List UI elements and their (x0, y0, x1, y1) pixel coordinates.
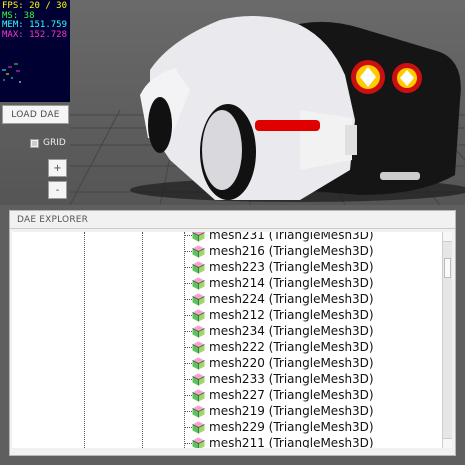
tree-item[interactable]: mesh222 (TriangleMesh3D) (12, 339, 442, 355)
grid-checkbox[interactable] (30, 138, 39, 148)
tree-item[interactable]: mesh216 (TriangleMesh3D) (12, 243, 442, 259)
tree-item-label: mesh216 (TriangleMesh3D) (209, 244, 374, 258)
mesh-icon (192, 245, 205, 258)
tree-item-label: mesh214 (TriangleMesh3D) (209, 276, 374, 290)
tree-item-label: mesh224 (TriangleMesh3D) (209, 292, 374, 306)
tree-item-label: mesh220 (TriangleMesh3D) (209, 356, 374, 370)
tree-item-label: mesh227 (TriangleMesh3D) (209, 388, 374, 402)
stats-graph (2, 63, 21, 83)
tree-item[interactable]: mesh234 (TriangleMesh3D) (12, 323, 442, 339)
zoom-in-button[interactable]: + (48, 159, 67, 177)
mesh-icon (192, 232, 205, 242)
stats-panel: FPS: 20 / 30 MS: 38 MEM: 151.759 MAX: 15… (0, 0, 70, 102)
zoom-out-button[interactable]: - (48, 181, 67, 199)
tree-item[interactable]: mesh211 (TriangleMesh3D) (12, 435, 442, 448)
mesh-icon (192, 341, 205, 354)
tree-item[interactable]: mesh214 (TriangleMesh3D) (12, 275, 442, 291)
tree-item[interactable]: mesh227 (TriangleMesh3D) (12, 387, 442, 403)
tree-item-label: mesh234 (TriangleMesh3D) (209, 324, 374, 338)
mesh-icon (192, 357, 205, 370)
tree-item[interactable]: mesh220 (TriangleMesh3D) (12, 355, 442, 371)
tree-item-label: mesh219 (TriangleMesh3D) (209, 404, 374, 418)
mesh-icon (192, 325, 205, 338)
mesh-icon (192, 293, 205, 306)
mesh-icon (192, 437, 205, 448)
tree-item-label: mesh223 (TriangleMesh3D) (209, 260, 374, 274)
tree-item-label: mesh222 (TriangleMesh3D) (209, 340, 374, 354)
mesh-icon (192, 405, 205, 418)
tree-item-label: mesh229 (TriangleMesh3D) (209, 420, 374, 434)
mesh-icon (192, 373, 205, 386)
tree-item-label: mesh212 (TriangleMesh3D) (209, 308, 374, 322)
tree-item-label: mesh233 (TriangleMesh3D) (209, 372, 374, 386)
scrollbar[interactable] (442, 232, 452, 448)
scroll-down-button[interactable] (443, 438, 452, 448)
tree-item[interactable]: mesh224 (TriangleMesh3D) (12, 291, 442, 307)
panel-title: DAE EXPLORER (10, 211, 455, 229)
load-dae-button[interactable]: LOAD DAE (2, 105, 69, 124)
tree-item-label: mesh231 (TriangleMesh3D) (209, 232, 374, 242)
mesh-icon (192, 389, 205, 402)
tree-item[interactable]: mesh229 (TriangleMesh3D) (12, 419, 442, 435)
dae-explorer-panel: DAE EXPLORER mesh231 (TriangleMesh3D) mes… (9, 210, 456, 456)
tree-item[interactable]: mesh219 (TriangleMesh3D) (12, 403, 442, 419)
mesh-icon (192, 309, 205, 322)
scroll-thumb[interactable] (444, 258, 451, 278)
mesh-icon (192, 421, 205, 434)
tree-item[interactable]: mesh223 (TriangleMesh3D) (12, 259, 442, 275)
mesh-icon (192, 261, 205, 274)
mesh-icon (192, 277, 205, 290)
tree-item[interactable]: mesh231 (TriangleMesh3D) (12, 232, 442, 243)
scroll-up-button[interactable] (443, 232, 452, 242)
max-readout: MAX: 152.728 (2, 29, 68, 40)
grid-toggle[interactable]: GRID (30, 138, 66, 148)
tree-item-label: mesh211 (TriangleMesh3D) (209, 436, 374, 448)
tree-item[interactable]: mesh212 (TriangleMesh3D) (12, 307, 442, 323)
tree-item[interactable]: mesh233 (TriangleMesh3D) (12, 371, 442, 387)
tree-view[interactable]: mesh231 (TriangleMesh3D) mesh216 (Triangl… (12, 232, 444, 448)
grid-label: GRID (43, 138, 66, 148)
